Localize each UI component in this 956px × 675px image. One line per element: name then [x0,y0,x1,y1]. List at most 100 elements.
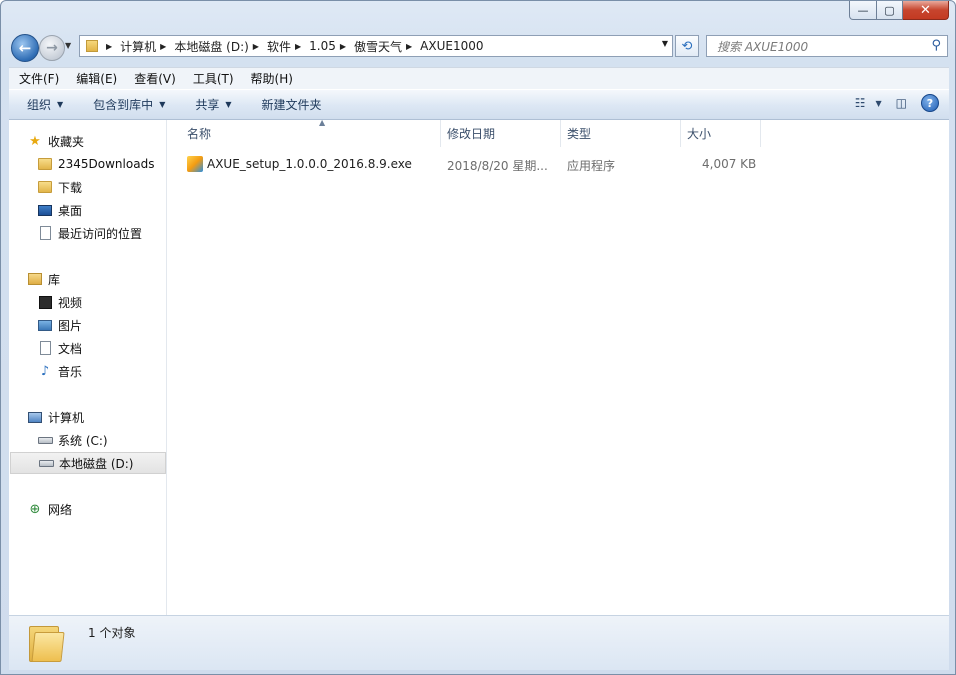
sidebar-favorites[interactable]: ★ 收藏夹 [27,130,167,152]
hard-drive-icon [38,455,54,471]
sidebar-computer[interactable]: 计算机 [27,406,167,428]
menu-edit[interactable]: 编辑(E) [66,70,124,87]
recent-pages-dropdown[interactable]: ▼ [65,41,71,50]
breadcrumb-aoxue[interactable]: 傲雪天气 [354,38,402,55]
sidebar-libraries[interactable]: 库 [27,268,167,290]
downloads-folder-icon [37,179,53,195]
item-count: 1 个对象 [88,626,136,640]
chevron-right-icon[interactable]: ▶ [160,42,166,51]
star-icon: ★ [29,133,41,149]
file-size: 4,007 KB [702,157,757,171]
share-label: 共享 [195,98,220,112]
column-header-name[interactable]: 名称 ▲ [181,118,441,147]
sidebar-label: 系统 (C:) [58,433,108,448]
pictures-library-icon [37,317,53,333]
music-note-icon: ♪ [40,363,50,379]
column-label: 名称 [187,127,212,141]
sidebar-item-videos[interactable]: 视频 [37,291,167,313]
column-label: 大小 [687,127,712,141]
forward-button[interactable]: → [39,35,65,61]
menu-help[interactable]: 帮助(H) [241,70,300,87]
caption-buttons: — ▢ ✕ [849,1,949,21]
menu-file[interactable]: 文件(F) [9,70,66,87]
breadcrumb-drive-d[interactable]: 本地磁盘 (D:) [174,38,248,55]
maximize-button[interactable]: ▢ [877,1,903,20]
chevron-right-icon[interactable]: ▶ [340,42,346,51]
change-view-button[interactable]: ☷ ▼ [855,96,882,110]
sidebar-label: 图片 [58,318,83,333]
documents-library-icon [37,340,53,356]
search-icon[interactable]: ⚲ [931,38,941,53]
sidebar-network[interactable]: ⊕ 网络 [27,498,167,520]
new-folder-button[interactable]: 新建文件夹 [244,96,334,113]
folder-icon [86,40,98,52]
breadcrumb-computer[interactable]: 计算机 [120,38,156,55]
minimize-button[interactable]: — [849,1,877,20]
column-label: 类型 [567,127,592,141]
sidebar-label: 视频 [58,295,83,310]
details-view-icon: ☷ [854,96,866,110]
menu-tools[interactable]: 工具(T) [183,70,241,87]
refresh-icon: ⟲ [681,38,693,54]
sidebar-item-drive-d[interactable]: 本地磁盘 (D:) [10,452,166,474]
back-arrow-icon: ← [18,39,32,57]
breadcrumb-version[interactable]: 1.05 [309,39,336,53]
chevron-down-icon: ▼ [159,100,166,109]
organize-button[interactable]: 组织 ▼ [9,96,75,113]
refresh-button[interactable]: ⟲ [675,35,699,57]
sidebar-item-documents[interactable]: 文档 [37,337,167,359]
address-dropdown-icon[interactable]: ▼ [662,39,668,48]
command-bar: 组织 ▼ 包含到库中 ▼ 共享 ▼ 新建文件夹 ☷ ▼ ◫ ? [9,89,949,120]
sidebar-item-recent-places[interactable]: 最近访问的位置 [37,222,167,244]
sidebar-label: 桌面 [58,203,83,218]
chevron-right-icon[interactable]: ▶ [106,42,112,51]
sidebar-label: 收藏夹 [48,134,85,149]
sidebar-label: 本地磁盘 (D:) [59,456,134,471]
recent-places-icon [37,225,53,241]
column-header-type[interactable]: 类型 [561,120,681,147]
chevron-right-icon[interactable]: ▶ [295,42,301,51]
column-header-date[interactable]: 修改日期 [441,120,561,147]
menu-bar: 文件(F) 编辑(E) 查看(V) 工具(T) 帮助(H) [9,67,949,89]
maximize-icon: ▢ [884,3,895,17]
desktop-icon [37,202,53,218]
sort-ascending-icon: ▲ [319,118,326,127]
sidebar-item-downloads[interactable]: 下载 [37,176,167,198]
sidebar-item-drive-c[interactable]: 系统 (C:) [37,429,167,451]
chevron-down-icon: ▼ [875,98,882,108]
back-button[interactable]: ← [11,34,39,62]
file-row[interactable]: AXUE_setup_1.0.0.0_2016.8.9.exe 2018/8/2… [183,153,773,175]
chevron-right-icon[interactable]: ▶ [253,42,259,51]
explorer-window: — ▢ ✕ ← → ▼ ▶ 计算机 ▶ 本地磁盘 (D:) ▶ 软件 ▶ 1.0… [0,0,956,675]
close-icon: ✕ [920,2,931,18]
chevron-right-icon[interactable]: ▶ [406,42,412,51]
installer-exe-icon [187,156,203,172]
breadcrumb-software[interactable]: 软件 [267,38,291,55]
preview-pane-button[interactable]: ◫ [896,96,907,110]
organize-label: 组织 [27,98,52,112]
sidebar-label: 计算机 [48,410,85,425]
help-button[interactable]: ? [921,94,939,112]
file-date: 2018/8/20 星期... [447,159,548,173]
details-pane: 1 个对象 [9,615,949,670]
sidebar-item-desktop[interactable]: 桌面 [37,199,167,221]
share-button[interactable]: 共享 ▼ [177,96,243,113]
file-name: AXUE_setup_1.0.0.0_2016.8.9.exe [207,157,412,171]
sidebar-item-music[interactable]: ♪ 音乐 [37,360,167,382]
folder-icon [29,622,65,662]
column-header-size[interactable]: 大小 [681,120,761,147]
search-input[interactable] [715,37,924,57]
include-in-library-button[interactable]: 包含到库中 ▼ [75,96,177,113]
search-box[interactable]: ⚲ [706,35,948,57]
breadcrumb-current[interactable]: AXUE1000 [420,39,483,53]
close-button[interactable]: ✕ [903,1,949,20]
column-label: 修改日期 [447,127,496,141]
sidebar-item-2345downloads[interactable]: 2345Downloads [37,153,167,175]
view-controls: ☷ ▼ ◫ ? [841,94,939,112]
address-bar[interactable]: ▶ 计算机 ▶ 本地磁盘 (D:) ▶ 软件 ▶ 1.05 ▶ 傲雪天气 ▶ A… [79,35,673,57]
video-library-icon [37,294,53,310]
navigation-row: ← → ▼ ▶ 计算机 ▶ 本地磁盘 (D:) ▶ 软件 ▶ 1.05 ▶ 傲雪… [1,29,955,63]
sidebar-item-pictures[interactable]: 图片 [37,314,167,336]
sidebar-label: 最近访问的位置 [58,226,143,241]
menu-view[interactable]: 查看(V) [124,70,183,87]
